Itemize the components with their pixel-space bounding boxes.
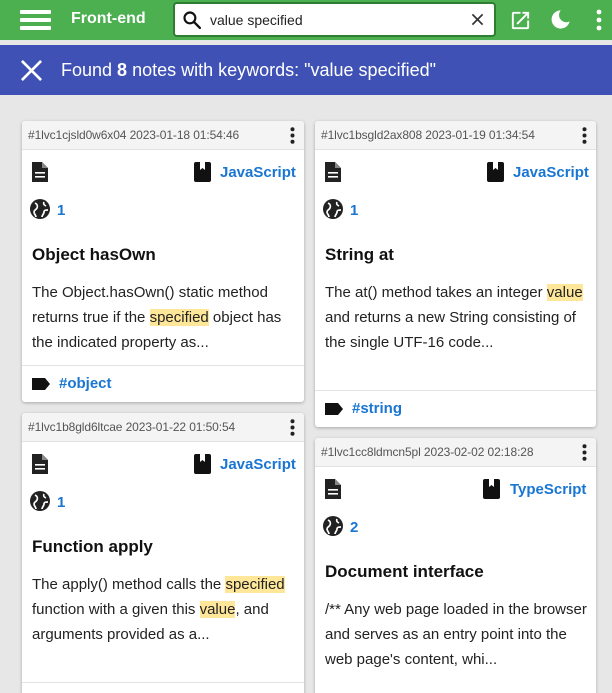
- link-count[interactable]: 2: [350, 519, 358, 536]
- globe-icon: [30, 199, 50, 219]
- note-meta: #1lvc1cc8ldmcn5pl 2023-02-02 02:18:28: [321, 445, 534, 459]
- link-count[interactable]: 1: [57, 202, 65, 219]
- document-icon: [32, 454, 48, 474]
- results-summary: Found 8 notes with keywords: "value spec…: [61, 60, 436, 80]
- note-description: The Object.hasOwn() static method return…: [32, 284, 282, 351]
- top-app-bar: Front-end: [0, 0, 612, 40]
- globe-icon: [30, 491, 50, 511]
- document-icon: [32, 162, 48, 182]
- close-icon[interactable]: [471, 13, 484, 26]
- note-card: #1lvc1bsgld2ax808 2023-01-19 01:34:54 Ja…: [315, 121, 596, 427]
- note-title[interactable]: Document interface: [325, 562, 484, 582]
- note-card-header: #1lvc1b8gld6ltcae 2023-01-22 01:50:54: [22, 413, 304, 442]
- more-vert-icon[interactable]: [290, 419, 295, 436]
- open-in-new-icon[interactable]: [509, 9, 532, 32]
- document-icon: [325, 479, 341, 499]
- note-card: #1lvc1cjsld0w6x04 2023-01-18 01:54:46 Ja…: [22, 121, 304, 402]
- search-highlight: value: [546, 284, 583, 301]
- search-highlight: value: [199, 601, 236, 618]
- link-count[interactable]: 1: [350, 202, 358, 219]
- language-link[interactable]: JavaScript: [513, 164, 589, 181]
- book-icon: [194, 454, 211, 474]
- search-highlight: specified: [149, 309, 209, 326]
- note-title[interactable]: Object hasOwn: [32, 245, 156, 265]
- more-vert-icon[interactable]: [596, 9, 602, 31]
- note-meta: #1lvc1b8gld6ltcae 2023-01-22 01:50:54: [28, 420, 236, 434]
- tag-link[interactable]: #object: [59, 375, 112, 392]
- close-search-icon[interactable]: [20, 59, 43, 82]
- note-card-footer: #object: [22, 365, 304, 401]
- language-link[interactable]: TypeScript: [510, 481, 586, 498]
- book-icon: [483, 479, 500, 499]
- note-card-header: #1lvc1cjsld0w6x04 2023-01-18 01:54:46: [22, 121, 304, 150]
- moon-icon[interactable]: [549, 8, 572, 31]
- search-box[interactable]: [173, 2, 496, 37]
- book-icon: [194, 162, 211, 182]
- link-count[interactable]: 1: [57, 494, 65, 511]
- note-description: The at() method takes an integer value a…: [325, 284, 583, 351]
- note-meta: #1lvc1bsgld2ax808 2023-01-19 01:34:54: [321, 128, 535, 142]
- search-icon: [183, 11, 202, 30]
- globe-icon: [323, 516, 343, 536]
- note-title[interactable]: String at: [325, 245, 394, 265]
- note-card-header: #1lvc1cc8ldmcn5pl 2023-02-02 02:18:28: [315, 438, 596, 467]
- search-input[interactable]: [210, 9, 465, 31]
- note-title[interactable]: Function apply: [32, 537, 153, 557]
- note-description: The apply() method calls the specified f…: [32, 576, 285, 643]
- note-card-footer: #string: [315, 390, 596, 426]
- search-results-banner: Found 8 notes with keywords: "value spec…: [0, 45, 612, 95]
- globe-icon: [323, 199, 343, 219]
- book-icon: [487, 162, 504, 182]
- results-count: 8: [117, 60, 128, 80]
- search-highlight: specified: [225, 576, 285, 593]
- tag-icon: [32, 378, 50, 390]
- tag-icon: [325, 403, 343, 415]
- more-vert-icon[interactable]: [290, 127, 295, 144]
- document-icon: [325, 162, 341, 182]
- note-card-header: #1lvc1bsgld2ax808 2023-01-19 01:34:54: [315, 121, 596, 150]
- language-link[interactable]: JavaScript: [220, 164, 296, 181]
- more-vert-icon[interactable]: [582, 444, 587, 461]
- note-card: #1lvc1b8gld6ltcae 2023-01-22 01:50:54 Ja…: [22, 413, 304, 693]
- menu-icon[interactable]: [20, 9, 51, 31]
- more-vert-icon[interactable]: [582, 127, 587, 144]
- tag-link[interactable]: #string: [352, 400, 402, 417]
- language-link[interactable]: JavaScript: [220, 456, 296, 473]
- note-description: /** Any web page loaded in the browser a…: [325, 601, 587, 668]
- note-meta: #1lvc1cjsld0w6x04 2023-01-18 01:54:46: [28, 128, 240, 142]
- note-card: #1lvc1cc8ldmcn5pl 2023-02-02 02:18:28 Ty…: [315, 438, 596, 693]
- app-title: Front-end: [71, 10, 146, 27]
- note-card-footer: [22, 682, 304, 693]
